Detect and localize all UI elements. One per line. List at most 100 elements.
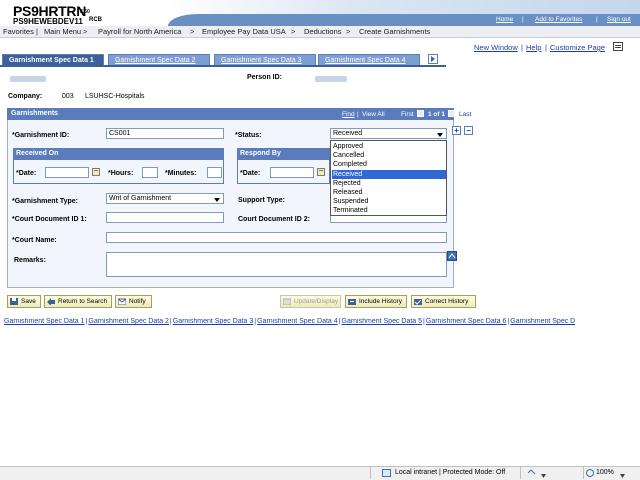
- new-window-link[interactable]: New Window: [474, 43, 518, 52]
- person-id-label: Person ID:: [247, 74, 283, 81]
- tab-spec-data-3[interactable]: Garnishment Spec Data 3: [214, 54, 316, 65]
- breadcrumb-employee-pay-data[interactable]: Employee Pay Data USA: [202, 27, 286, 36]
- add-row-button[interactable]: +: [452, 126, 461, 135]
- link-separator: |: [507, 318, 510, 325]
- status-option[interactable]: Cancelled: [332, 151, 446, 160]
- garnishment-type-label: *Garnishment Type:: [12, 198, 78, 205]
- respond-date-input[interactable]: [270, 167, 314, 178]
- return-to-search-button[interactable]: Return to Search: [44, 295, 112, 308]
- grid-icon[interactable]: [613, 42, 623, 51]
- help-link[interactable]: Help: [526, 43, 541, 52]
- correct-history-icon: [414, 299, 422, 305]
- find-link[interactable]: Find: [342, 111, 355, 118]
- notify-button[interactable]: Notify: [115, 295, 152, 308]
- bottom-tab-links: Garnishment Spec Data 1|Garnishment Spec…: [4, 318, 640, 328]
- bottom-tab-link[interactable]: Garnishment Spec Data 2: [88, 318, 169, 325]
- bottom-tab-link[interactable]: Garnishment Spec Data 4: [257, 318, 338, 325]
- sign-out-link[interactable]: Sign out: [607, 16, 631, 23]
- remarks-textarea[interactable]: [106, 252, 447, 277]
- bottom-tab-link[interactable]: Garnishment Spec Data 5: [342, 318, 423, 325]
- remarks-label: Remarks:: [14, 257, 46, 264]
- status-option[interactable]: Terminated: [332, 206, 446, 215]
- status-select[interactable]: Received: [330, 128, 447, 139]
- court-name-label: *Court Name:: [12, 237, 57, 244]
- chevron-down-icon[interactable]: [620, 471, 625, 478]
- received-on-title: Received On: [13, 148, 224, 160]
- zoom-icon[interactable]: [586, 469, 594, 477]
- db-name: PS9HEWEBDEV11: [13, 17, 83, 26]
- court-doc-id2-label: Court Document ID 2:: [238, 216, 310, 223]
- save-icon: [10, 298, 18, 305]
- bottom-tab-link[interactable]: Garnishment Spec Data 1: [4, 318, 85, 325]
- tab-spec-data-1[interactable]: Garnishment Spec Data 1: [2, 54, 104, 65]
- include-history-button[interactable]: Include History: [345, 295, 407, 308]
- breadcrumb-favorites[interactable]: Favorites: [3, 27, 34, 36]
- court-doc-id1-input[interactable]: [106, 212, 224, 223]
- delete-row-button[interactable]: −: [464, 126, 473, 135]
- status-option[interactable]: Received: [332, 169, 446, 179]
- link-separator: |: [254, 318, 257, 325]
- status-option[interactable]: Completed: [332, 160, 446, 169]
- status-dropdown-list: Approved Cancelled Completed Received Reject…: [330, 140, 447, 216]
- company-name: LSUHSC-Hospitals: [85, 93, 145, 100]
- received-date-label: *Date:: [16, 170, 37, 177]
- company-code: 003: [62, 93, 74, 100]
- garnishment-type-select[interactable]: Writ of Garnishment: [106, 193, 224, 204]
- bottom-tab-link[interactable]: Garnishment Spec D: [510, 318, 575, 325]
- respond-date-label: *Date:: [240, 170, 261, 177]
- court-name-input[interactable]: [106, 232, 447, 243]
- person-id-redacted: [315, 76, 347, 82]
- chevron-down-icon: [437, 133, 443, 137]
- status-option[interactable]: Released: [332, 188, 446, 197]
- spell-check-icon[interactable]: [447, 251, 457, 261]
- received-date-input[interactable]: [45, 167, 89, 178]
- tab-underline: [0, 65, 446, 67]
- first-arrow-icon[interactable]: [417, 110, 424, 117]
- status-option[interactable]: Approved: [332, 142, 446, 151]
- correct-history-button[interactable]: Correct History: [411, 295, 476, 308]
- status-option[interactable]: Rejected: [332, 179, 446, 188]
- row-range: 1 of 1: [428, 111, 445, 118]
- view-all-link[interactable]: View All: [362, 111, 385, 118]
- breadcrumb-arrow-icon: >: [346, 27, 351, 36]
- received-hours-input[interactable]: [142, 167, 158, 178]
- calendar-icon[interactable]: [92, 168, 100, 176]
- respond-by-title: Respond By: [237, 148, 330, 160]
- status-label: *Status:: [235, 132, 262, 139]
- garnishments-header: [7, 108, 454, 120]
- tab-spec-data-2[interactable]: Garnishment Spec Data 2: [108, 54, 210, 65]
- calendar-icon[interactable]: [317, 168, 325, 176]
- link-separator: |: [423, 318, 425, 325]
- add-to-favorites-link[interactable]: Add to Favorites: [535, 16, 582, 23]
- next-tab-icon[interactable]: [428, 54, 438, 64]
- chevron-down-icon[interactable]: [541, 471, 546, 478]
- customize-page-link[interactable]: Customize Page: [550, 43, 605, 52]
- home-link[interactable]: Home: [496, 16, 513, 23]
- update-display-icon: [283, 298, 291, 305]
- bottom-tab-link[interactable]: Garnishment Spec Data 3: [173, 318, 254, 325]
- breadcrumb-payroll[interactable]: Payroll for North America: [98, 27, 181, 36]
- status-option[interactable]: Suspended: [332, 197, 446, 206]
- garnishment-id-label: *Garnishment ID:: [12, 132, 70, 139]
- support-type-label: Support Type:: [238, 197, 285, 204]
- next-arrow-icon[interactable]: [448, 110, 455, 117]
- breadcrumb-arrow-icon: >: [83, 27, 88, 36]
- link-separator: |: [338, 318, 341, 325]
- update-display-button[interactable]: Update/Display: [280, 295, 341, 308]
- court-doc-id1-label: *Court Document ID 1:: [12, 216, 87, 223]
- zoom-level[interactable]: 100%: [596, 469, 614, 476]
- breadcrumb-create-garnishments[interactable]: Create Garnishments: [359, 27, 430, 36]
- breadcrumb-deductions[interactable]: Deductions: [304, 27, 342, 36]
- tab-spec-data-4[interactable]: Garnishment Spec Data 4: [318, 54, 420, 65]
- db-suffix: RCB: [89, 17, 102, 23]
- save-button[interactable]: Save: [7, 295, 41, 308]
- received-minutes-input[interactable]: [207, 167, 222, 178]
- received-minutes-label: *Minutes:: [165, 170, 197, 177]
- link-separator: |: [169, 318, 172, 325]
- history-icon: [348, 299, 356, 305]
- breadcrumb-arrow-icon: >: [190, 27, 195, 36]
- bottom-tab-link[interactable]: Garnishment Spec Data 6: [426, 318, 507, 325]
- garnishment-id-input[interactable]: CS001: [106, 128, 224, 139]
- zone-status: Local intranet | Protected Mode: Off: [395, 469, 506, 476]
- breadcrumb-main-menu[interactable]: Main Menu: [44, 27, 81, 36]
